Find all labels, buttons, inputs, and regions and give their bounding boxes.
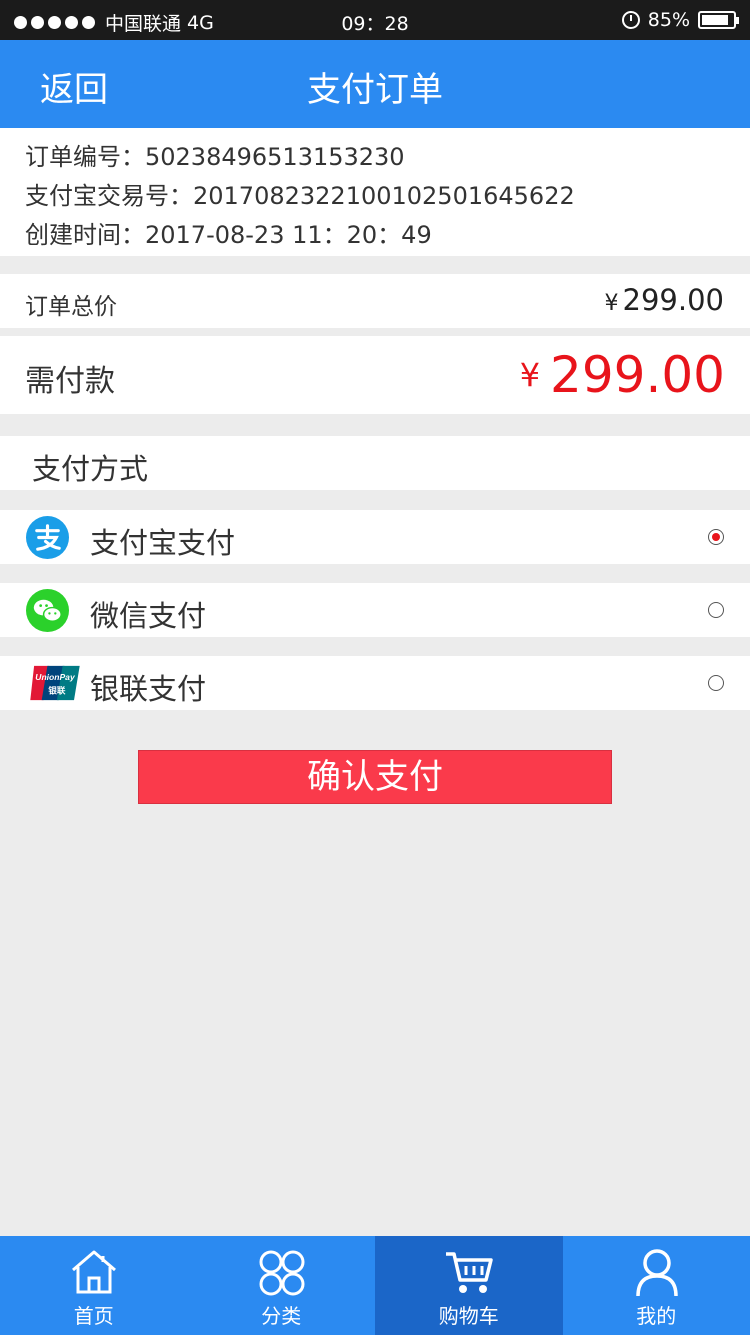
payment-option-wechat[interactable]: 微信支付	[0, 583, 750, 637]
order-total-amount: 299.00	[622, 283, 724, 317]
order-total-label: 订单总价	[25, 294, 117, 320]
alipay-trade-number: 支付宝交易号：2017082322100102501645622	[25, 182, 575, 210]
payable-label: 需付款	[25, 364, 115, 399]
user-icon	[635, 1249, 678, 1297]
order-created-time: 创建时间：2017-08-23 11：20：49	[25, 221, 432, 249]
payable-row: 需付款 ¥299.00	[0, 336, 750, 414]
status-right: 85%	[621, 9, 739, 31]
currency-symbol: ¥	[519, 356, 541, 394]
radio-button[interactable]	[708, 602, 724, 618]
order-info-panel: 订单编号：50238496513153230 支付宝交易号：2017082322…	[0, 128, 750, 256]
status-bar: 中国联通 4G 09：28 85%	[0, 0, 750, 40]
payment-option-unionpay[interactable]: UnionPay 银联 银联支付	[0, 656, 750, 710]
payment-method-title: 支付方式	[32, 452, 149, 486]
radio-button-selected[interactable]	[708, 529, 724, 545]
battery-percent: 85%	[647, 9, 690, 31]
back-button[interactable]: 返回	[40, 62, 108, 111]
payment-method-header: 支付方式	[0, 436, 750, 490]
tab-label: 我的	[636, 1304, 677, 1328]
payment-option-label: 银联支付	[90, 672, 207, 706]
order-total-value: ¥299.00	[605, 283, 724, 317]
confirm-payment-button[interactable]: 确认支付	[138, 750, 612, 804]
page-title: 支付订单	[307, 70, 443, 110]
svg-text:银联: 银联	[48, 684, 66, 696]
order-total-row: 订单总价 ¥299.00	[0, 274, 750, 328]
unionpay-icon: UnionPay 银联	[30, 665, 80, 701]
cart-icon	[446, 1252, 493, 1293]
tab-home[interactable]: 首页	[0, 1236, 188, 1335]
tab-label: 首页	[73, 1304, 114, 1328]
wechat-icon	[26, 589, 69, 632]
svg-text:UnionPay: UnionPay	[35, 672, 76, 682]
bottom-tab-bar: 首页 分类 购物车 我的	[0, 1236, 750, 1335]
currency-symbol: ¥	[604, 291, 619, 316]
alipay-icon	[26, 516, 69, 559]
tab-label: 购物车	[438, 1304, 499, 1328]
category-icon	[259, 1250, 304, 1296]
payment-option-label: 支付宝支付	[90, 526, 236, 560]
payment-option-alipay[interactable]: 支付宝支付	[0, 510, 750, 564]
tab-cart[interactable]: 购物车	[375, 1236, 563, 1335]
order-number: 订单编号：50238496513153230	[25, 143, 405, 171]
payable-value: ¥299.00	[520, 346, 725, 404]
tab-profile[interactable]: 我的	[563, 1236, 750, 1335]
alarm-icon	[621, 11, 640, 29]
payable-amount: 299.00	[550, 346, 725, 404]
tab-label: 分类	[261, 1304, 302, 1328]
home-icon	[72, 1250, 116, 1294]
tab-category[interactable]: 分类	[188, 1236, 376, 1335]
battery-icon	[698, 11, 739, 29]
payment-option-label: 微信支付	[90, 599, 207, 633]
nav-bar: 返回 支付订单	[0, 40, 750, 128]
radio-button[interactable]	[708, 675, 724, 691]
